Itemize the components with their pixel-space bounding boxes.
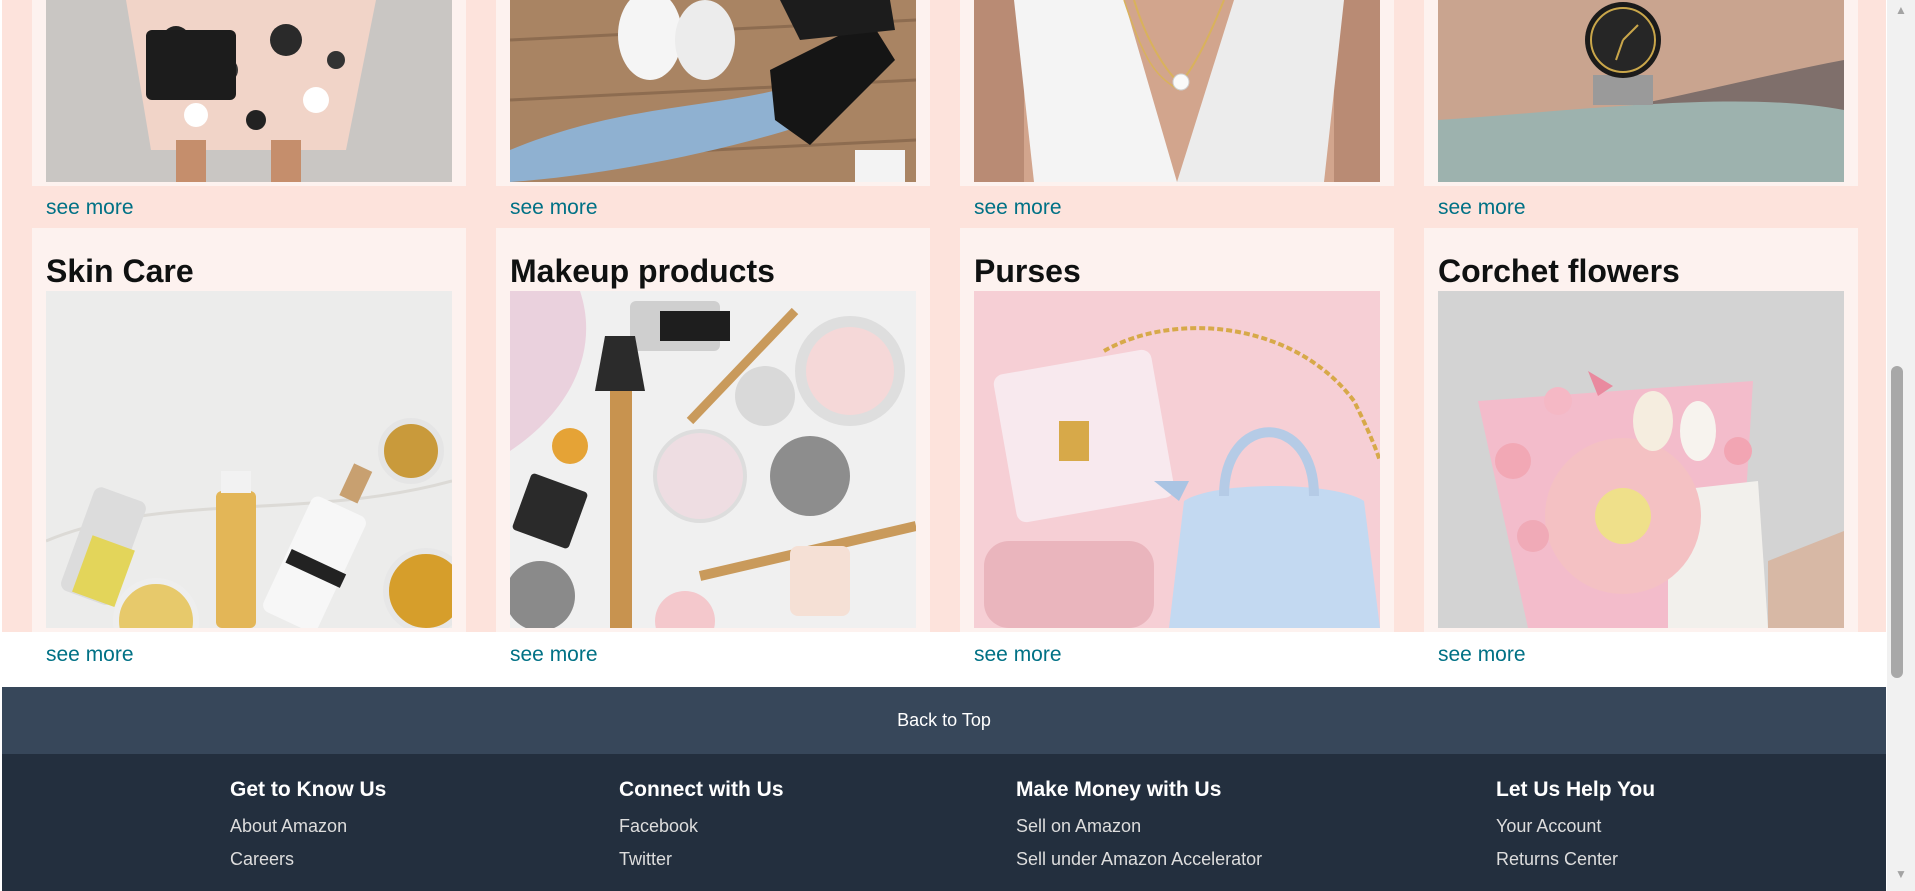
footer-link-twitter[interactable]: Twitter: [619, 849, 784, 870]
dress-photo[interactable]: [46, 0, 452, 182]
skin-care-card: Skin Care see more: [32, 228, 466, 666]
footer-link-facebook[interactable]: Facebook: [619, 816, 784, 837]
category-grid: see more see more see more see more Skin…: [2, 0, 1886, 666]
scrollbar-thumb[interactable]: [1891, 366, 1903, 678]
footer-heading: Connect with Us: [619, 778, 784, 801]
footer-heading: Get to Know Us: [230, 778, 387, 801]
corchet-flowers-card: Corchet flowers see more: [1424, 228, 1858, 666]
card-title: Purses: [974, 253, 1081, 289]
necklace-photo[interactable]: [974, 0, 1380, 182]
makeup-photo[interactable]: [510, 291, 916, 628]
skin-care-photo[interactable]: [46, 291, 452, 628]
see-more-link[interactable]: see more: [1438, 196, 1526, 220]
watches-card: see more: [1424, 0, 1858, 219]
watch-photo[interactable]: [1438, 0, 1844, 182]
purses-card: Purses see more: [960, 228, 1394, 666]
see-more-link[interactable]: see more: [974, 643, 1062, 667]
crochet-flowers-photo[interactable]: [1438, 291, 1844, 628]
shoes-card: see more: [496, 0, 930, 219]
vertical-scrollbar[interactable]: ▲ ▼: [1887, 0, 1915, 891]
footer-link-returns-center[interactable]: Returns Center: [1496, 849, 1655, 870]
footer-column-get-to-know-us: Get to Know Us About Amazon Careers: [230, 778, 386, 870]
card-title: Corchet flowers: [1438, 253, 1680, 289]
footer-link-about-amazon[interactable]: About Amazon: [230, 816, 386, 837]
purses-photo[interactable]: [974, 291, 1380, 628]
page: see more see more see more see more Skin…: [0, 0, 1886, 891]
footer-column-make-money-with-us: Make Money with Us Sell on Amazon Sell u…: [1016, 778, 1262, 870]
shoes-photo[interactable]: [510, 0, 916, 182]
scroll-down-arrow-icon[interactable]: ▼: [1895, 868, 1907, 880]
see-more-link[interactable]: see more: [510, 643, 598, 667]
footer-column-connect-with-us: Connect with Us Facebook Twitter: [619, 778, 784, 870]
footer-link-your-account[interactable]: Your Account: [1496, 816, 1655, 837]
see-more-link[interactable]: see more: [974, 196, 1062, 220]
see-more-link[interactable]: see more: [510, 196, 598, 220]
footer: Get to Know Us About Amazon Careers Conn…: [2, 754, 1886, 891]
footer-link-careers[interactable]: Careers: [230, 849, 386, 870]
scroll-up-arrow-icon[interactable]: ▲: [1895, 4, 1907, 16]
footer-heading: Make Money with Us: [1016, 778, 1222, 801]
footer-link-sell-on-amazon[interactable]: Sell on Amazon: [1016, 816, 1262, 837]
makeup-products-card: Makeup products see more: [496, 228, 930, 666]
see-more-link[interactable]: see more: [1438, 643, 1526, 667]
footer-column-let-us-help-you: Let Us Help You Your Account Returns Cen…: [1496, 778, 1655, 870]
footer-link-sell-under-amazon-accelerator[interactable]: Sell under Amazon Accelerator: [1016, 849, 1262, 870]
necklaces-card: see more: [960, 0, 1394, 219]
card-title: Skin Care: [46, 253, 194, 289]
card-title: Makeup products: [510, 253, 775, 289]
see-more-link[interactable]: see more: [46, 643, 134, 667]
see-more-link[interactable]: see more: [46, 196, 134, 220]
back-to-top-button[interactable]: Back to Top: [2, 687, 1886, 754]
footer-heading: Let Us Help You: [1496, 778, 1656, 801]
dresses-card: see more: [32, 0, 466, 219]
